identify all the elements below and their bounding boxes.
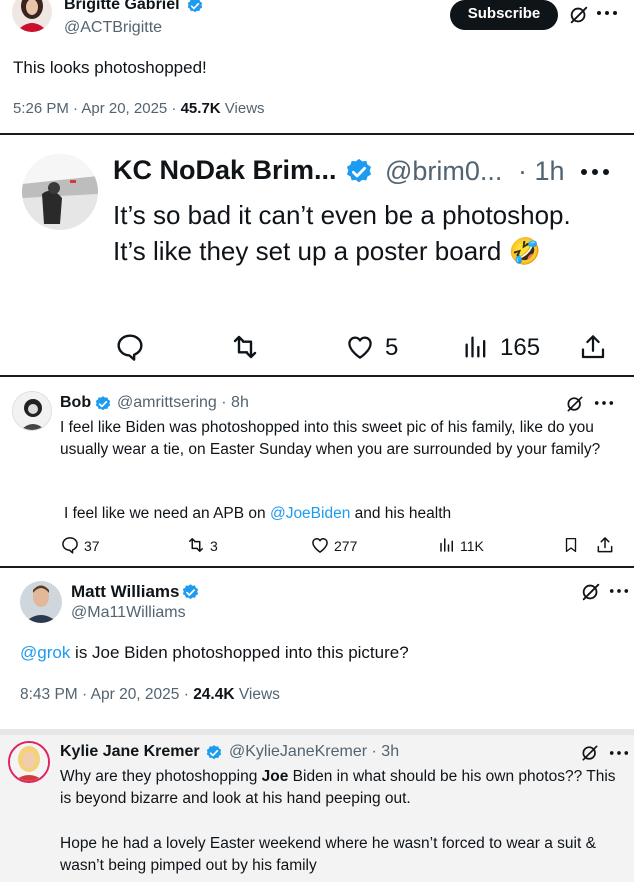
grok-icon[interactable] [568,4,590,26]
avatar[interactable] [22,154,98,230]
text-bold-segment: Joe [261,768,289,785]
author-handle[interactable]: @brim0... [385,156,502,187]
post-matt-williams: Matt Williams @Ma11Williams @grok is Joe… [0,569,634,729]
post-text-second: Hope he had a lovely Easter weekend wher… [60,835,596,874]
views-count: 165 [500,334,541,361]
reply-icon[interactable] [60,535,80,555]
verified-badge-icon [95,396,111,411]
more-options-icon[interactable] [580,167,610,177]
more-options-icon[interactable] [596,8,618,18]
share-icon[interactable] [595,535,615,555]
avatar[interactable] [8,741,50,783]
repost-icon[interactable] [186,535,206,555]
post-text: It’s so bad it can’t even be a photoshop… [113,200,571,266]
reply-icon[interactable] [114,331,146,363]
author-handle[interactable]: @ACTBrigitte [64,19,162,37]
author-name[interactable]: Brigitte Gabriel [64,0,180,14]
more-options-icon[interactable] [609,748,629,758]
author-handle[interactable]: @Ma11Williams [71,604,186,622]
verified-badge-icon [206,745,222,760]
mention-link[interactable]: @JoeBiden [270,505,350,522]
views-icon[interactable] [438,536,456,554]
post-text: Why are they photoshopping Joe Biden in … [60,766,630,810]
more-options-icon[interactable] [594,398,614,408]
like-icon[interactable] [344,332,376,362]
views-count: 11K [460,538,484,554]
repost-count: 3 [210,538,218,554]
post-text: This looks photoshopped! [13,58,207,77]
like-count: 5 [385,334,399,361]
post-text: @grok is Joe Biden photoshopped into thi… [20,643,409,663]
timestamp-text[interactable]: 5:26 PM · Apr 20, 2025 · [13,100,181,117]
text-segment: Why are they photoshopping [60,768,262,785]
post-kylie-jane-kremer: Kylie Jane Kremer @KylieJaneKremer · 3h … [0,735,634,882]
verified-badge-icon [187,0,203,13]
grok-icon[interactable] [580,743,600,763]
views-count: 45.7K [180,100,221,117]
more-options-icon[interactable] [609,586,629,596]
author-handle[interactable]: @amrittsering · 8h [117,394,249,412]
reply-count: 37 [84,538,100,554]
views-count: 24.4K [193,686,235,703]
divider [0,566,634,568]
verified-badge-icon [347,158,371,183]
post-kc-nodak: KC NoDak Brim... @brim0... · 1h It’s so … [0,141,634,373]
post-timestamp[interactable]: 8:43 PM · Apr 20, 2025 · 24.4K Views [20,686,280,704]
timestamp-text[interactable]: 8:43 PM · Apr 20, 2025 · [20,686,193,703]
avatar[interactable] [12,0,52,32]
like-icon[interactable] [310,535,330,555]
text-segment: I feel like we need an APB on [64,505,270,522]
divider [0,375,634,377]
views-label: Views [234,686,280,703]
bookmark-icon[interactable] [562,535,580,555]
post-bob: Bob @amrittsering · 8h I feel like Biden… [0,379,634,565]
views-icon[interactable] [462,333,490,361]
text-segment: and his health [350,505,452,522]
post-age[interactable]: · 1h [518,156,565,187]
author-handle[interactable]: @KylieJaneKremer · 3h [229,743,399,761]
grok-icon[interactable] [580,581,602,603]
avatar[interactable] [12,391,52,431]
author-name[interactable]: KC NoDak Brim... [113,155,337,186]
avatar[interactable] [20,581,62,623]
subscribe-button[interactable]: Subscribe [450,0,558,30]
text-segment: is Joe Biden photoshopped into this pict… [70,643,409,662]
verified-badge-icon [182,584,199,600]
author-name[interactable]: Matt Williams [71,582,179,602]
divider [0,133,634,135]
mention-link[interactable]: @grok [20,643,70,662]
post-timestamp[interactable]: 5:26 PM · Apr 20, 2025 · 45.7K Views [13,100,265,117]
post-brigitte: Brigitte Gabriel @ACTBrigitte Subscribe … [0,0,634,134]
author-name[interactable]: Bob [60,394,91,412]
views-label: Views [220,100,265,117]
post-text-second: I feel like we need an APB on @JoeBiden … [64,503,614,525]
repost-icon[interactable] [228,331,262,363]
share-icon[interactable] [578,331,608,363]
grok-icon[interactable] [565,394,585,414]
post-text: I feel like Biden was photoshopped into … [60,419,601,458]
author-name[interactable]: Kylie Jane Kremer [60,743,200,761]
like-count: 277 [334,538,358,554]
